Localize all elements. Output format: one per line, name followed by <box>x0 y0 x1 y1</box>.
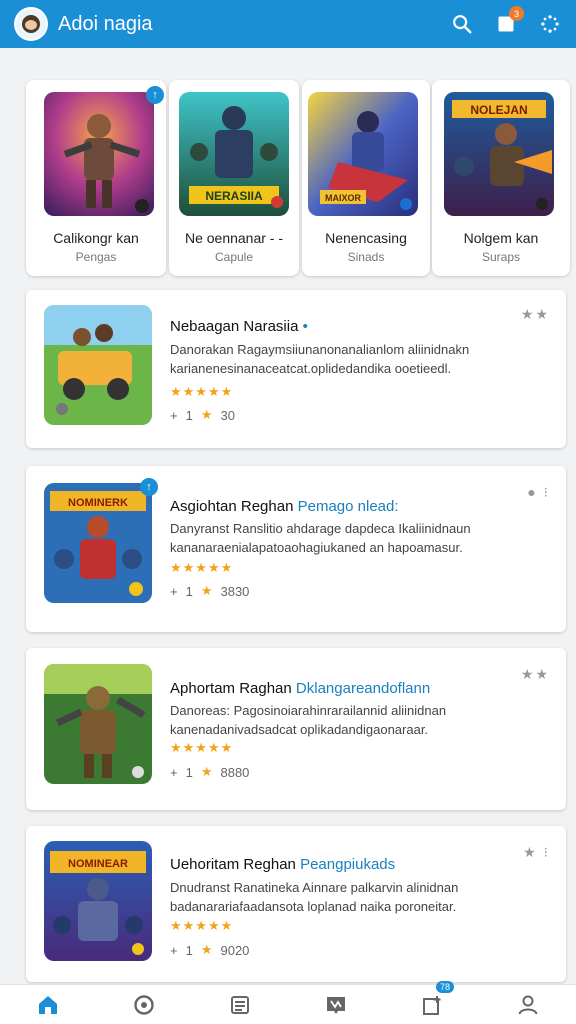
app-title: Adoi nagia <box>58 12 153 35</box>
featured-title: Nolgem kan <box>463 230 539 246</box>
game-artwork: NOLEJAN <box>444 92 554 216</box>
game-artwork: NOMINEAR <box>44 841 152 961</box>
plus-icon: + <box>170 942 178 958</box>
artwork-text: NOMINERK <box>68 497 128 509</box>
more-options-icon[interactable]: ★ ⁝ <box>523 844 550 861</box>
featured-subtitle: Suraps <box>481 250 521 264</box>
notifications-icon[interactable]: 3 <box>494 6 524 36</box>
featured-subtitle: Capule <box>214 250 254 264</box>
featured-card[interactable]: NOLEJAN Nolgem kan Suraps <box>432 80 570 276</box>
game-artwork <box>44 92 154 216</box>
artwork-text: NOLEJAN <box>470 103 527 117</box>
list-item[interactable]: NOMINEAR Uehoritam Reghan Peangpiukads D… <box>26 826 566 982</box>
star-icon: ★ <box>200 407 213 422</box>
featured-subtitle: Sinads <box>347 250 385 264</box>
star-icon: ★ <box>200 583 213 598</box>
featured-subtitle: Pengas <box>75 250 117 264</box>
news-icon[interactable] <box>316 987 356 1023</box>
downloads-badge: 78 <box>435 980 454 993</box>
avatar[interactable] <box>14 7 48 41</box>
game-artwork: MAIXOR <box>308 92 418 216</box>
discover-icon[interactable] <box>124 987 164 1023</box>
more-options-icon[interactable]: ● ⁝ <box>527 484 550 501</box>
game-name: Uehoritam Reghan Peangpiukads <box>170 856 396 873</box>
featured-title: Calikongr kan <box>53 230 139 246</box>
star-rating: ★★★★★ <box>170 384 234 399</box>
star-rating: ★★★★★ <box>170 918 234 933</box>
notification-badge: 3 <box>509 6 524 21</box>
library-icon[interactable] <box>220 987 260 1023</box>
featured-carousel: Calikongr kan Pengas ↑ NERASIIA Ne oenna… <box>24 80 570 278</box>
star-icon: ★ <box>200 942 213 957</box>
loading-icon[interactable] <box>538 12 562 36</box>
game-description: Dnudranst Ranatineka Ainnare palkarvin a… <box>170 880 459 914</box>
featured-card[interactable]: NERASIIA Ne oennanar - - Capule <box>169 80 299 276</box>
list-item[interactable]: NOMINERK ↑ Asgiohtan Reghan Pemago nlead… <box>26 466 566 632</box>
game-description: Danoreas: Pagosinoiarahinrarailannid ali… <box>170 703 447 737</box>
info-icon: ↑ <box>140 478 158 496</box>
plus-icon: + <box>170 407 178 423</box>
more-options-icon[interactable]: ★★ <box>521 306 550 323</box>
featured-title: Nenencasing <box>325 230 407 246</box>
game-artwork <box>44 664 152 784</box>
artwork-text: MAIXOR <box>325 193 362 203</box>
plus-icon: + <box>170 764 178 780</box>
downloads-icon[interactable]: 78 <box>412 980 454 1023</box>
game-name: Asgiohtan Reghan Pemago nlead: <box>170 498 399 515</box>
game-artwork: NERASIIA <box>179 92 289 216</box>
star-rating: ★★★★★ <box>170 560 234 575</box>
game-meta: + 1 ★ 3830 <box>170 583 250 599</box>
info-icon: ↑ <box>146 86 164 104</box>
bottom-navigation: 78 <box>0 980 576 1024</box>
search-icon[interactable] <box>450 12 474 36</box>
game-description: Danyranst Ranslitio ahdarage dapdeca Ika… <box>170 521 471 555</box>
more-options-icon[interactable]: ★★ <box>521 666 550 683</box>
artwork-text: NERASIIA <box>205 189 263 203</box>
profile-icon[interactable] <box>508 987 548 1023</box>
plus-icon: + <box>170 583 178 599</box>
game-description: Danorakan Ragaymsiiunanonanalianlom alii… <box>170 342 470 376</box>
list-item[interactable]: Aphortam Raghan Dklangareandoflann Danor… <box>26 648 566 810</box>
game-meta: + 1 ★ 9020 <box>170 942 250 958</box>
artwork-text: NOMINEAR <box>68 858 128 870</box>
app-bar: Adoi nagia 3 <box>0 0 576 48</box>
featured-card[interactable]: Calikongr kan Pengas ↑ <box>26 80 166 276</box>
game-meta: + 1 ★ 30 <box>170 407 235 423</box>
game-name: Aphortam Raghan Dklangareandoflann <box>170 680 431 697</box>
featured-title: Ne oennanar - - <box>184 230 284 246</box>
game-artwork: NOMINERK <box>44 483 152 603</box>
game-artwork <box>44 305 152 425</box>
game-name: Nebaagan Narasiia • <box>170 318 308 335</box>
game-meta: + 1 ★ 8880 <box>170 764 250 780</box>
star-icon: ★ <box>200 764 213 779</box>
home-icon[interactable] <box>28 987 68 1023</box>
list-item[interactable]: Nebaagan Narasiia • Danorakan Ragaymsiiu… <box>26 290 566 448</box>
featured-card[interactable]: MAIXOR Nenencasing Sinads <box>302 80 430 276</box>
star-rating: ★★★★★ <box>170 740 234 755</box>
